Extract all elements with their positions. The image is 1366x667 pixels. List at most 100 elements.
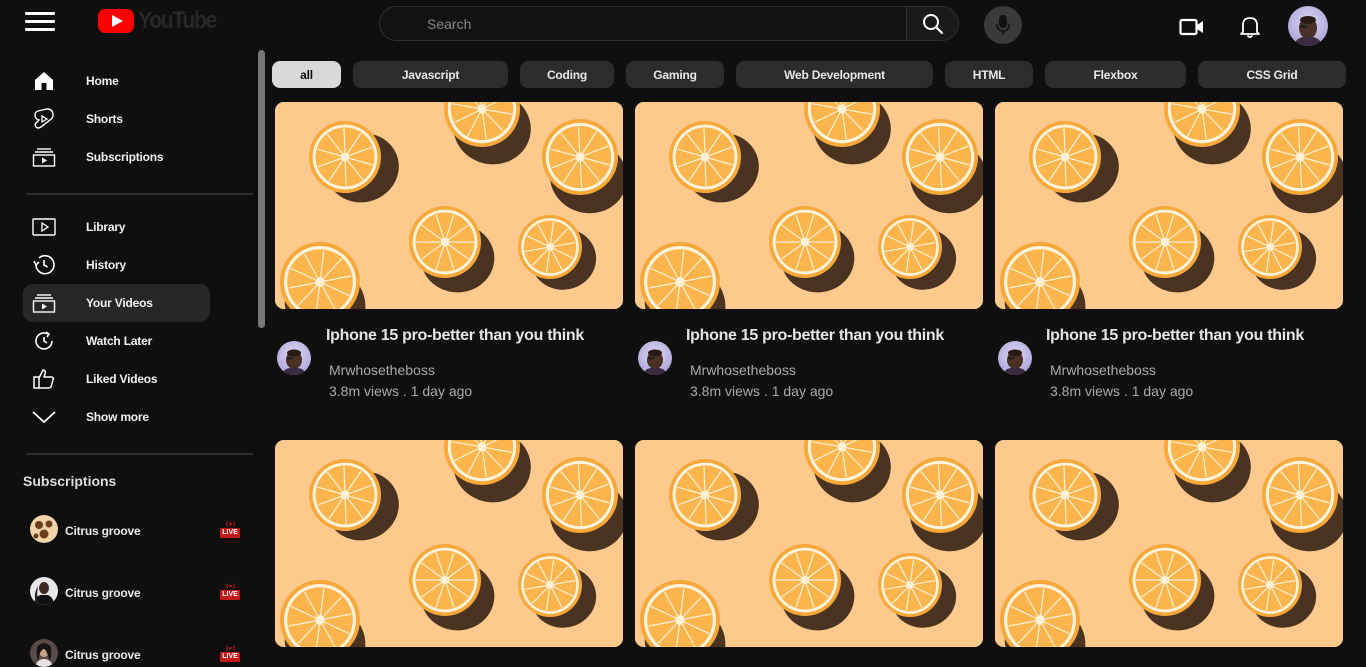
subscriptions-icon [31, 145, 57, 169]
video-meta: 3.8m views . 1 day ago [690, 383, 834, 399]
sidebar-item-label: Subscriptions [86, 150, 164, 164]
history-icon [31, 253, 57, 277]
live-badge: LIVE [220, 582, 240, 602]
live-badge: LIVE [220, 644, 240, 664]
channel-name: Citrus groove [65, 648, 141, 662]
video-title[interactable]: Iphone 15 pro-better than you think [1046, 327, 1304, 345]
subscription-channel[interactable]: Citrus groove LIVE [23, 510, 245, 550]
video-title[interactable]: Iphone 15 pro-better than you think [326, 327, 584, 345]
chip-all[interactable]: all [272, 61, 341, 88]
channel-avatar-image [1003, 349, 1027, 375]
video-thumbnail[interactable] [995, 102, 1343, 309]
youtube-play-icon [98, 9, 134, 33]
chip-gaming[interactable]: Gaming [626, 61, 724, 88]
chip-web-development[interactable]: Web Development [736, 61, 933, 88]
notifications-button[interactable] [1237, 14, 1263, 40]
channel-avatar[interactable] [998, 341, 1032, 375]
live-label: LIVE [220, 528, 240, 538]
sidebar-divider [26, 193, 253, 195]
chip-css-grid[interactable]: CSS Grid [1198, 61, 1346, 88]
your-videos-icon [31, 291, 57, 315]
bell-icon [1240, 17, 1260, 38]
sidebar-item-library[interactable]: Library [23, 208, 210, 246]
microphone-icon [996, 15, 1010, 35]
chip-flexbox[interactable]: Flexbox [1045, 61, 1186, 88]
sidebar-item-label: Library [86, 220, 126, 234]
live-broadcast-icon [226, 583, 235, 589]
sidebar-divider [26, 453, 253, 455]
sidebar-scrollbar[interactable] [258, 50, 265, 328]
subscriptions-heading: Subscriptions [23, 473, 117, 489]
live-label: LIVE [220, 652, 240, 662]
voice-search-button[interactable] [984, 6, 1022, 44]
sidebar-item-label: History [86, 258, 126, 272]
watch-later-icon [31, 329, 57, 353]
video-thumbnail[interactable] [995, 440, 1343, 647]
video-channel-name[interactable]: Mrwhosetheboss [1050, 362, 1156, 378]
channel-avatar [30, 639, 58, 667]
search-bar [379, 6, 959, 41]
sidebar-item-liked-videos[interactable]: Liked Videos [23, 360, 210, 398]
subscription-channel[interactable]: Citrus groove LIVE [23, 634, 245, 667]
chip-html[interactable]: HTML [945, 61, 1033, 88]
thumbnail-image [995, 440, 1343, 647]
chip-javascript[interactable]: Javascript [353, 61, 508, 88]
video-channel-name[interactable]: Mrwhosetheboss [329, 362, 435, 378]
chevron-down-icon [31, 405, 57, 429]
sidebar-item-label: Home [86, 74, 119, 88]
video-thumbnail[interactable] [635, 440, 983, 647]
channel-name: Citrus groove [65, 586, 141, 600]
channel-avatar[interactable] [277, 341, 311, 375]
sidebar-item-history[interactable]: History [23, 246, 210, 284]
channel-name: Citrus groove [65, 524, 141, 538]
sidebar-item-label: Show more [86, 410, 149, 424]
sidebar-item-label: Liked Videos [86, 372, 158, 386]
live-label: LIVE [220, 590, 240, 600]
thumbnail-image [275, 440, 623, 647]
hamburger-menu-icon[interactable] [25, 9, 57, 33]
sidebar-item-home[interactable]: Home [23, 62, 210, 100]
subscription-channel[interactable]: Citrus groove LIVE [23, 572, 245, 612]
video-thumbnail[interactable] [635, 102, 983, 309]
live-broadcast-icon [226, 521, 235, 527]
video-camera-icon [1179, 18, 1203, 36]
sidebar: Home Shorts Subscriptions Library Histor… [0, 50, 262, 667]
thumbnail-image [995, 102, 1343, 309]
logo-text: YouTube [138, 7, 217, 34]
thumbs-up-icon [31, 367, 57, 391]
channel-avatar [30, 515, 58, 543]
channel-avatar-image [643, 349, 667, 375]
thumbnail-image [635, 440, 983, 647]
search-input[interactable] [380, 7, 906, 40]
user-avatar[interactable] [1288, 6, 1328, 46]
top-header: YouTube [0, 0, 1366, 50]
thumbnail-image [275, 102, 623, 309]
sidebar-item-label: Watch Later [86, 334, 153, 348]
chip-coding[interactable]: Coding [520, 61, 614, 88]
channel-avatar[interactable] [638, 341, 672, 375]
user-avatar-image [1294, 16, 1322, 46]
sidebar-item-your-videos[interactable]: Your Videos [23, 284, 210, 322]
thumbnail-image [635, 102, 983, 309]
library-icon [31, 215, 57, 239]
create-video-button[interactable] [1179, 14, 1205, 40]
sidebar-item-label: Your Videos [86, 296, 153, 310]
sidebar-item-shorts[interactable]: Shorts [23, 100, 210, 138]
video-thumbnail[interactable] [275, 440, 623, 647]
video-thumbnail[interactable] [275, 102, 623, 309]
sidebar-item-label: Shorts [86, 112, 123, 126]
search-button[interactable] [906, 7, 958, 40]
youtube-logo[interactable]: YouTube [98, 7, 227, 35]
sidebar-item-watch-later[interactable]: Watch Later [23, 322, 210, 360]
live-badge: LIVE [220, 520, 240, 540]
live-broadcast-icon [226, 645, 235, 651]
channel-avatar [30, 577, 58, 605]
sidebar-item-show-more[interactable]: Show more [23, 398, 210, 436]
search-icon [923, 13, 944, 34]
video-meta: 3.8m views . 1 day ago [329, 383, 473, 399]
video-channel-name[interactable]: Mrwhosetheboss [690, 362, 796, 378]
video-title[interactable]: Iphone 15 pro-better than you think [686, 327, 944, 345]
home-icon [31, 69, 57, 93]
sidebar-item-subscriptions[interactable]: Subscriptions [23, 138, 210, 176]
video-meta: 3.8m views . 1 day ago [1050, 383, 1194, 399]
